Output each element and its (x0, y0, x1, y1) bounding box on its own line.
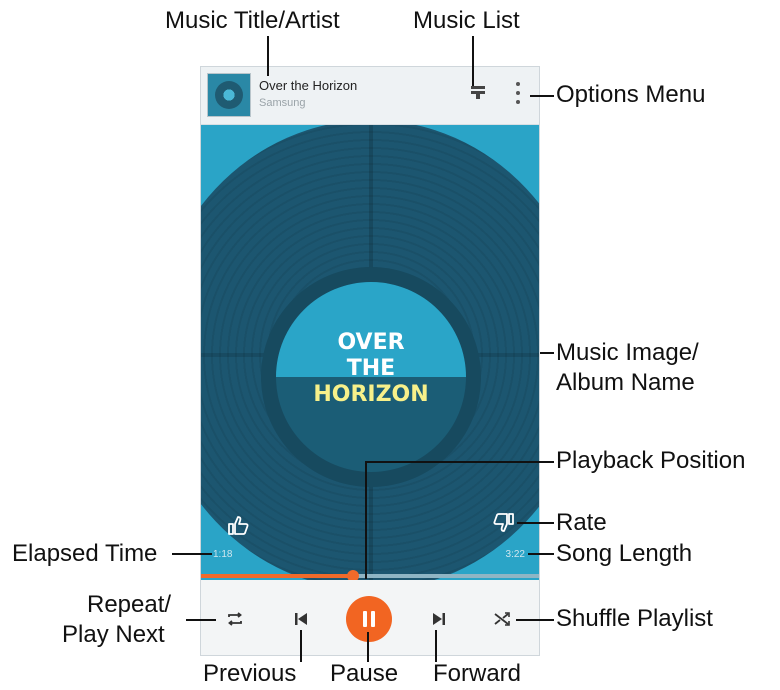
leader-line (540, 352, 554, 354)
previous-button[interactable] (289, 608, 313, 630)
callout-play-next: Play Next (62, 621, 165, 648)
artist-name: Samsung (259, 97, 306, 109)
album-word-1: OVER (337, 330, 405, 355)
album-name: OVER THE HORIZON (276, 330, 466, 408)
callout-rate: Rate (556, 509, 607, 536)
album-word-3: HORIZON (313, 382, 429, 407)
skip-next-icon (433, 613, 445, 625)
leader-line (472, 36, 474, 86)
repeat-icon (228, 612, 242, 626)
leader-line (435, 630, 437, 662)
playback-position-handle[interactable] (347, 570, 360, 580)
callout-music-image: Music Image/ (556, 339, 699, 366)
playback-controls (201, 580, 539, 655)
callout-music-list: Music List (413, 7, 520, 34)
forward-button[interactable] (427, 608, 451, 630)
leader-line (365, 461, 554, 463)
now-playing-bar[interactable]: Over the Horizon Samsung (201, 67, 539, 125)
progress-fill (201, 574, 354, 578)
album-label: OVER THE HORIZON (276, 282, 466, 472)
pause-button[interactable] (346, 596, 392, 642)
leader-line (267, 36, 269, 76)
thumbs-up-icon[interactable] (227, 515, 249, 535)
thumbs-down-icon[interactable] (493, 513, 515, 533)
music-list-icon[interactable] (471, 85, 485, 99)
album-thumbnail[interactable] (207, 73, 251, 117)
leader-line (528, 553, 554, 555)
skip-previous-icon (295, 613, 307, 625)
callout-forward: Forward (433, 660, 522, 687)
album-word-2: THE (346, 356, 396, 381)
callout-elapsed-time: Elapsed Time (12, 540, 158, 567)
callout-previous: Previous (203, 660, 297, 687)
music-player-screen: Over the Horizon Samsung OVER THE HORIZO… (200, 66, 540, 656)
callout-song-length: Song Length (556, 540, 693, 567)
callout-album-name: Album Name (556, 369, 695, 396)
options-menu-icon[interactable] (513, 80, 523, 106)
leader-line (186, 619, 216, 621)
album-art: OVER THE HORIZON 1:18 3:22 (201, 125, 539, 580)
leader-line (300, 630, 302, 662)
leader-line (516, 619, 554, 621)
callout-pause: Pause (330, 660, 399, 687)
elapsed-time: 1:18 (213, 549, 233, 560)
callout-shuffle-playlist: Shuffle Playlist (556, 605, 713, 632)
callout-options-menu: Options Menu (556, 81, 706, 108)
repeat-button[interactable] (223, 608, 247, 630)
leader-line (172, 553, 212, 555)
song-title: Over the Horizon (259, 78, 358, 93)
playback-progress-bar[interactable] (201, 570, 539, 580)
leader-line (367, 632, 369, 662)
callout-music-title-artist: Music Title/Artist (165, 7, 340, 34)
callout-repeat: Repeat/ (87, 591, 172, 618)
callout-playback-position: Playback Position (556, 447, 746, 474)
song-length: 3:22 (505, 549, 525, 560)
leader-line (517, 522, 554, 524)
shuffle-button[interactable] (490, 608, 514, 630)
shuffle-icon (494, 612, 510, 626)
pause-icon (363, 611, 375, 627)
leader-line (365, 461, 367, 579)
leader-line (530, 95, 554, 97)
